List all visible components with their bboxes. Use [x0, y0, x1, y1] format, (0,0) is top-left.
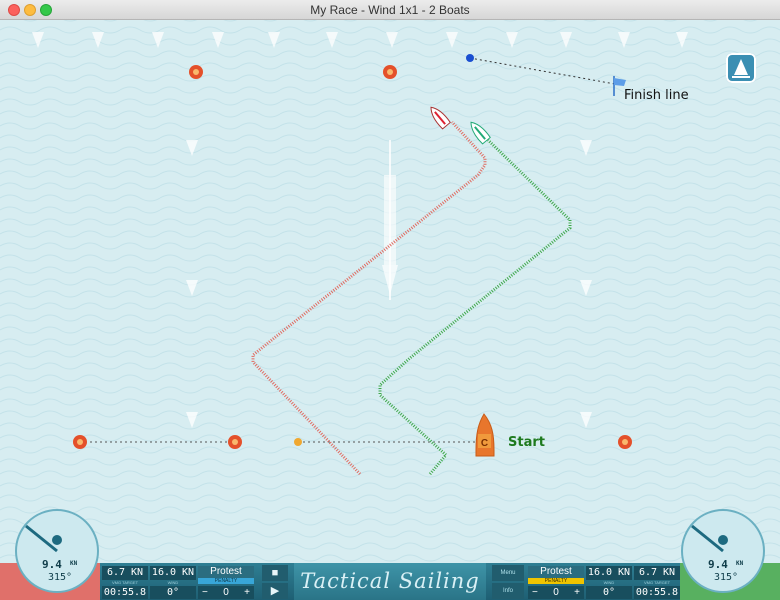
info-button[interactable]: Info	[492, 583, 524, 599]
mark-3-left[interactable]	[73, 435, 87, 449]
right-penalty-stepper: − 0 +	[528, 586, 584, 599]
mark-1-top[interactable]	[383, 65, 397, 79]
left-boat-speed: 6.7 KN	[102, 566, 148, 580]
app-logo-icon[interactable]	[726, 53, 756, 83]
right-wind-dir: 315°	[714, 572, 739, 583]
left-penalty-minus-button[interactable]: −	[202, 587, 208, 598]
left-penalty-label: PENALTY	[198, 578, 254, 584]
right-heading: 0°	[586, 586, 632, 599]
right-wind-unit: KN	[736, 560, 744, 567]
right-vmg-label: VMG TARGET	[643, 580, 671, 585]
left-wind-unit: KN	[70, 560, 78, 567]
right-wind-label: WIND	[603, 580, 615, 585]
right-timer: 00:55.8	[634, 586, 680, 599]
right-wind-gauge: 9.4 KN 315°	[680, 508, 766, 599]
start-label: Start	[508, 435, 545, 450]
left-timer: 00:55.8	[102, 586, 148, 599]
left-vmg-label: VMG TARGET	[111, 580, 139, 585]
left-wind-value: 16.0 KN	[150, 566, 196, 580]
menu-button[interactable]: Menu	[492, 565, 524, 581]
committee-label: C	[481, 438, 488, 449]
right-wind-value: 16.0 KN	[586, 566, 632, 580]
left-wind-gauge: 9.4 KN 315°	[14, 508, 100, 599]
play-button[interactable]: ▶	[262, 583, 288, 599]
window-title: My Race - Wind 1x1 - 2 Boats	[310, 3, 470, 17]
right-protest-button[interactable]: Protest	[528, 566, 584, 578]
window-titlebar: My Race - Wind 1x1 - 2 Boats	[0, 0, 780, 20]
left-heading: 0°	[150, 586, 196, 599]
right-penalty-label: PENALTY	[528, 578, 584, 584]
left-protest-button[interactable]: Protest	[198, 566, 254, 578]
right-boat-speed: 6.7 KN	[634, 566, 680, 580]
stop-button[interactable]: ■	[262, 565, 288, 581]
mark-4[interactable]	[618, 435, 632, 449]
brand-title: Tactical Sailing	[300, 569, 480, 593]
left-penalty-plus-button[interactable]: +	[244, 587, 250, 598]
start-pin[interactable]	[294, 438, 302, 446]
right-wind-speed: 9.4	[708, 558, 728, 571]
finish-pin[interactable]	[466, 54, 474, 62]
mark-3-right[interactable]	[228, 435, 242, 449]
left-penalty-count: 0	[223, 587, 229, 598]
mark-2-top[interactable]	[189, 65, 203, 79]
left-wind-label: WIND	[167, 580, 179, 585]
left-wind-speed: 9.4	[42, 558, 62, 571]
finish-line-label: Finish line	[624, 88, 689, 103]
left-penalty-stepper: − 0 +	[198, 586, 254, 599]
left-wind-dir: 315°	[48, 572, 73, 583]
right-penalty-plus-button[interactable]: +	[574, 587, 580, 598]
right-penalty-minus-button[interactable]: −	[532, 587, 538, 598]
right-penalty-count: 0	[553, 587, 559, 598]
brand-banner: Tactical Sailing	[294, 563, 486, 600]
